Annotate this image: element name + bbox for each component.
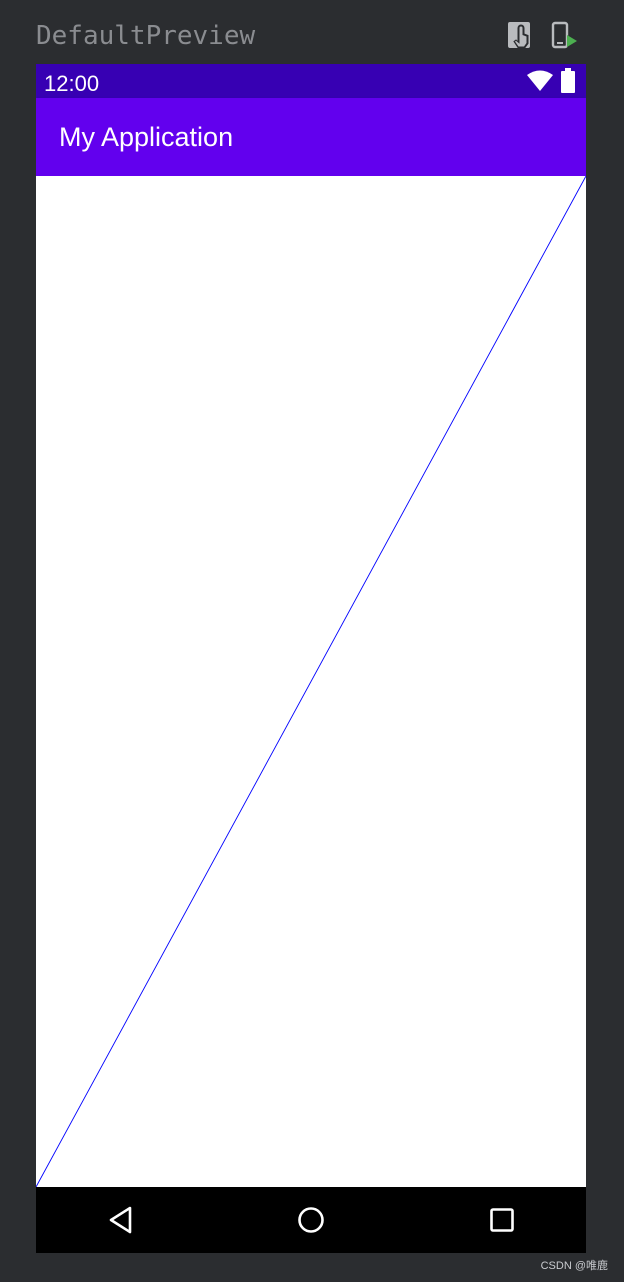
status-time: 12:00 — [44, 71, 100, 96]
diagonal-line — [36, 175, 586, 1188]
device-run-icon — [551, 21, 577, 49]
interactive-mode-button[interactable] — [504, 20, 536, 52]
wifi-icon — [527, 70, 553, 91]
home-button[interactable] — [291, 1200, 331, 1240]
preview-title: DefaultPreview — [36, 21, 256, 51]
navigation-bar — [36, 1187, 586, 1253]
watermark: CSDN @唯鹿 — [540, 1260, 608, 1272]
recents-button[interactable] — [482, 1200, 522, 1240]
device-screen: 12:00 My Application — [36, 64, 586, 1253]
status-icons — [526, 68, 576, 94]
drawing-canvas — [36, 175, 586, 1188]
back-icon — [109, 1206, 132, 1234]
deploy-preview-button[interactable] — [548, 20, 580, 52]
canvas-area — [36, 175, 586, 1188]
back-button[interactable] — [101, 1200, 141, 1240]
recents-icon — [490, 1208, 514, 1232]
touch-hand-icon — [508, 22, 530, 48]
app-title: My Application — [59, 122, 234, 152]
home-icon — [298, 1207, 324, 1233]
ide-preview-panel: DefaultPreview 12:00 My Application CSDN… — [0, 0, 624, 1282]
top-app-bar: My Application — [36, 98, 586, 176]
battery-icon — [561, 68, 575, 93]
status-bar: 12:00 — [36, 64, 586, 98]
